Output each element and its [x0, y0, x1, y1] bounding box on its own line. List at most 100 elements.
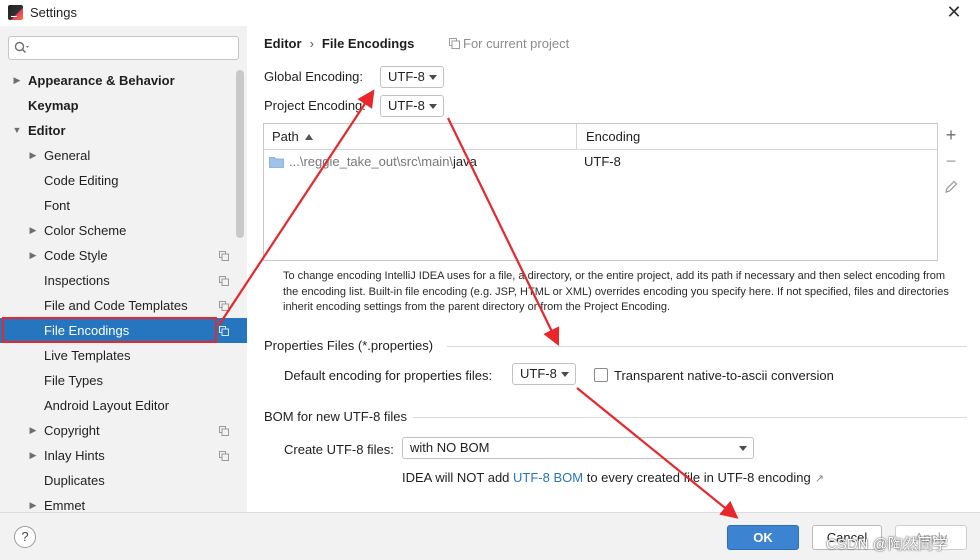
sidebar-item-general[interactable]: ▶ General: [0, 143, 247, 168]
chevron-right-icon[interactable]: ▶: [28, 243, 38, 268]
csdn-watermark: CSDN @陶然同学: [826, 536, 948, 553]
project-encoding-dropdown[interactable]: UTF-8: [380, 95, 444, 117]
sidebar-item-editor[interactable]: ▼ Editor: [0, 118, 247, 143]
chevron-right-icon[interactable]: ▶: [28, 493, 38, 512]
chevron-down-icon: [561, 372, 569, 377]
path-encoding-table: Path Encoding ...\reggie_take_out\src\ma…: [263, 123, 938, 261]
external-link-icon: ↗: [814, 473, 824, 485]
sidebar-item-live-templates[interactable]: Live Templates: [0, 343, 247, 368]
folder-icon: [269, 157, 284, 168]
path-middle: ie_take_out\src\main\: [329, 154, 454, 169]
project-scope-icon: [219, 301, 229, 311]
close-icon[interactable]: ✕: [944, 2, 964, 22]
path-prefix: ...\regg: [289, 154, 330, 169]
breadcrumb-current: File Encodings: [321, 36, 415, 51]
sidebar-item-label: File and Code Templates: [44, 298, 188, 313]
sort-ascending-icon: [304, 134, 313, 140]
section-divider: [447, 346, 967, 347]
settings-content: Editor › File Encodings For current projec…: [247, 26, 980, 512]
annotation-highlight-box: [2, 317, 217, 343]
global-encoding-dropdown[interactable]: UTF-8: [380, 66, 444, 88]
path-tail: java: [453, 154, 477, 169]
window-title: Settings: [30, 5, 77, 20]
table-row[interactable]: ...\reggie_take_out\src\main\java UTF-8: [264, 150, 937, 174]
native-to-ascii-label[interactable]: Transparent native-to-ascii conversion: [614, 368, 834, 383]
help-button[interactable]: ?: [14, 526, 36, 548]
sidebar-item-android-layout-editor[interactable]: Android Layout Editor: [0, 393, 247, 418]
sidebar-item-font[interactable]: Font: [0, 193, 247, 218]
settings-sidebar: ▶ Appearance & Behavior Keymap ▼ Editor ▶ Gene…: [0, 26, 247, 512]
table-cell-path: ...\reggie_take_out\src\main\java: [269, 150, 477, 174]
sidebar-item-keymap[interactable]: Keymap: [0, 93, 247, 118]
properties-encoding-value: UTF-8: [520, 366, 557, 381]
sidebar-item-appearance-behavior[interactable]: ▶ Appearance & Behavior: [0, 68, 247, 93]
bom-info-suffix: to every created file in UTF-8 encoding: [583, 470, 811, 485]
add-icon[interactable]: +: [942, 126, 960, 144]
search-icon: [14, 41, 29, 54]
sidebar-item-color-scheme[interactable]: ▶ Color Scheme: [0, 218, 247, 243]
chevron-right-icon[interactable]: ▶: [28, 218, 38, 243]
sidebar-item-label: Android Layout Editor: [44, 398, 170, 413]
project-scope-icon: [449, 38, 460, 49]
sidebar-item-label: Inlay Hints: [44, 448, 105, 463]
bom-create-label: Create UTF-8 files:: [284, 442, 394, 457]
column-header-path[interactable]: Path: [264, 124, 577, 150]
project-encoding-label: Project Encoding:: [264, 98, 366, 113]
table-cell-encoding[interactable]: UTF-8: [584, 150, 621, 174]
native-to-ascii-checkbox[interactable]: [594, 368, 608, 382]
settings-search-box[interactable]: [8, 36, 239, 60]
sidebar-item-label: Code Style: [44, 248, 108, 263]
chevron-right-icon[interactable]: ▶: [28, 143, 38, 168]
chevron-down-icon: [429, 75, 437, 80]
bom-create-dropdown[interactable]: with NO BOM: [402, 437, 754, 459]
breadcrumb-separator: ›: [309, 36, 314, 51]
column-header-encoding[interactable]: Encoding: [577, 124, 937, 150]
chevron-right-icon[interactable]: ▶: [28, 418, 38, 443]
chevron-right-icon[interactable]: ▶: [12, 68, 22, 93]
sidebar-item-duplicates[interactable]: Duplicates: [0, 468, 247, 493]
sidebar-item-file-types[interactable]: File Types: [0, 368, 247, 393]
project-scope-icon: [219, 326, 229, 336]
encoding-help-text: To change encoding IntelliJ IDEA uses fo…: [283, 270, 949, 313]
sidebar-item-code-editing[interactable]: Code Editing: [0, 168, 247, 193]
chevron-down-icon: [739, 446, 747, 451]
intellij-logo-icon: [8, 5, 23, 20]
sidebar-item-label: Font: [44, 198, 71, 213]
breadcrumb-parent[interactable]: Editor: [264, 36, 302, 51]
project-scope-icon: [219, 426, 229, 436]
edit-icon[interactable]: [942, 179, 960, 197]
bom-info-text: IDEA will NOT add UTF-8 BOM to every cre…: [402, 470, 824, 485]
bom-create-value: with NO BOM: [410, 440, 490, 455]
chevron-right-icon[interactable]: ▶: [28, 443, 38, 468]
project-scope-icon: [219, 276, 229, 286]
sidebar-item-label: Emmet: [44, 498, 86, 512]
sidebar-item-copyright[interactable]: ▶ Copyright: [0, 418, 247, 443]
project-scope-icon: [219, 251, 229, 261]
column-header-encoding-label: Encoding: [586, 129, 641, 144]
section-divider: [413, 417, 967, 418]
properties-encoding-dropdown[interactable]: UTF-8: [512, 363, 576, 385]
project-encoding-value: UTF-8: [388, 98, 425, 113]
global-encoding-label: Global Encoding:: [264, 69, 364, 84]
chevron-down-icon[interactable]: ▼: [12, 118, 22, 143]
global-encoding-value: UTF-8: [388, 69, 425, 84]
column-header-path-label: Path: [272, 129, 299, 144]
sidebar-scrollbar[interactable]: [236, 70, 244, 238]
remove-icon[interactable]: −: [942, 152, 960, 170]
sidebar-item-emmet[interactable]: ▶ Emmet: [0, 493, 247, 512]
sidebar-item-code-style[interactable]: ▶ Code Style: [0, 243, 247, 268]
sidebar-item-inlay-hints[interactable]: ▶ Inlay Hints: [0, 443, 247, 468]
search-input[interactable]: [35, 39, 235, 57]
properties-encoding-label: Default encoding for properties files:: [284, 368, 493, 383]
sidebar-item-label: Inspections: [44, 273, 110, 288]
utf8-bom-link[interactable]: UTF-8 BOM: [513, 470, 583, 485]
properties-section-title: Properties Files (*.properties): [264, 338, 434, 353]
table-toolbar: + −: [938, 123, 964, 261]
sidebar-item-inspections[interactable]: Inspections: [0, 268, 247, 293]
sidebar-item-file-and-code-templates[interactable]: File and Code Templates: [0, 293, 247, 318]
sidebar-item-label: Duplicates: [44, 473, 105, 488]
breadcrumb: Editor › File Encodings: [264, 36, 414, 51]
bom-info-prefix: IDEA will NOT add: [402, 470, 514, 485]
sidebar-item-label: Appearance & Behavior: [28, 73, 175, 88]
ok-button[interactable]: OK: [727, 525, 799, 550]
